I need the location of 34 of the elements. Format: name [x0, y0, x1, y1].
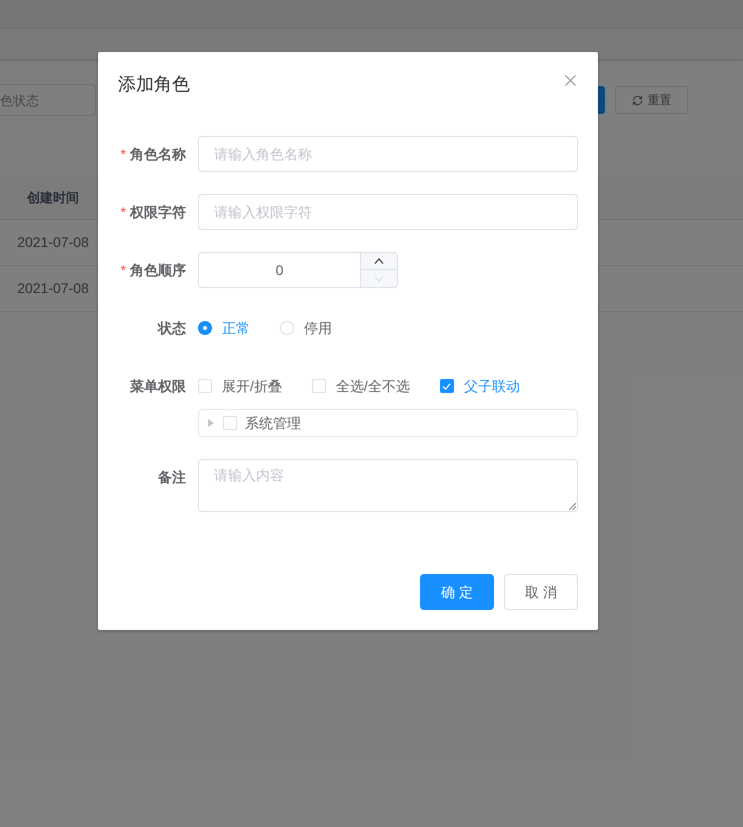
text-input[interactable]: 请输入权限字符 — [198, 194, 578, 230]
caret-icon[interactable] — [208, 419, 214, 427]
refresh-icon — [632, 94, 642, 106]
confirm-button[interactable]: 确 定 — [420, 574, 494, 610]
required-mark: * — [120, 202, 126, 222]
search-field[interactable]: 色状态 — [0, 84, 96, 116]
field-label: 备注 — [158, 468, 186, 486]
search-button[interactable] — [598, 86, 605, 114]
field-label: 菜单权限 — [130, 376, 186, 396]
number-input[interactable]: 0 — [198, 252, 360, 288]
field-label: 状态 — [158, 318, 186, 338]
column-header: 创建时间 — [26, 189, 80, 208]
tree-node[interactable]: 系统管理 — [208, 412, 301, 434]
checkbox-option[interactable]: 全选/全不选 — [312, 376, 410, 396]
required-mark: * — [120, 144, 126, 164]
field-label: 角色顺序 — [130, 260, 186, 280]
radio-option[interactable]: 正常 — [198, 318, 250, 338]
remark-textarea[interactable]: 请输入内容 — [198, 459, 578, 512]
increment-button[interactable] — [360, 252, 398, 270]
reset-button[interactable]: 重置 — [615, 86, 688, 114]
text-input[interactable]: 请输入角色名称 — [198, 136, 578, 172]
cancel-button[interactable]: 取 消 — [504, 574, 578, 610]
table-cell-text: 2021-07-08 — [16, 233, 90, 252]
close-icon — [564, 74, 576, 86]
required-mark: * — [120, 260, 126, 280]
checkbox-option[interactable]: 父子联动 — [440, 376, 520, 396]
close-button[interactable] — [562, 72, 578, 88]
dialog-title: 添加角色 — [118, 73, 190, 96]
radio-option[interactable]: 停用 — [280, 318, 332, 338]
checkbox-option[interactable]: 展开/折叠 — [198, 376, 282, 396]
field-label: 权限字符 — [130, 202, 186, 222]
field-label: 角色名称 — [130, 144, 186, 164]
table-cell-text: 2021-07-08 — [16, 279, 90, 298]
resize-handle-icon[interactable] — [569, 503, 576, 510]
